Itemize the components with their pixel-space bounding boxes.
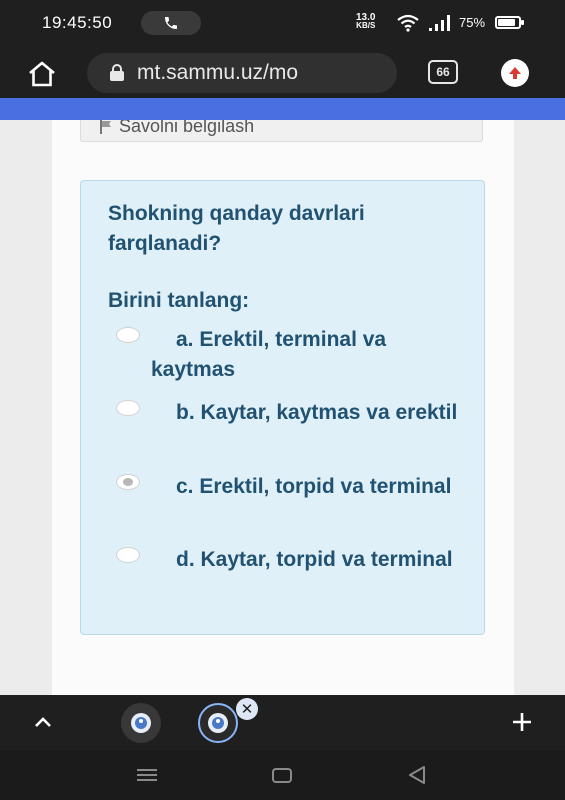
radio-button-b[interactable] xyxy=(116,400,140,416)
flag-icon xyxy=(100,120,111,134)
status-bar: 19:45:50 13.0 KB/S 75% xyxy=(0,0,565,48)
question-text: Shokning qanday davrlari farqlanadi? xyxy=(108,202,365,255)
tab-thumbnail-1[interactable] xyxy=(121,703,161,743)
signal-icon xyxy=(429,15,450,31)
update-button[interactable] xyxy=(498,58,532,88)
radio-button-c[interactable] xyxy=(116,474,140,490)
new-tab-button[interactable] xyxy=(508,708,536,736)
network-speed: 13.0 KB/S xyxy=(356,12,376,30)
back-icon[interactable] xyxy=(407,765,427,785)
site-favicon-icon xyxy=(131,713,151,733)
battery-icon xyxy=(495,16,524,29)
chevron-up-icon xyxy=(35,717,51,727)
expand-toolbar-button[interactable] xyxy=(30,709,56,735)
site-favicon-icon xyxy=(208,713,228,733)
wifi-icon xyxy=(397,14,419,32)
answer-option-a[interactable]: a. Erektil, terminal va kaytmas xyxy=(116,325,471,385)
close-tab-icon[interactable]: ✕ xyxy=(236,698,258,720)
battery-percent: 75% xyxy=(459,15,486,30)
update-arrow-icon xyxy=(501,59,529,87)
system-nav-bar xyxy=(0,750,565,800)
tab-thumbnail-2[interactable] xyxy=(198,703,238,743)
plus-icon xyxy=(513,713,531,731)
answer-option-d[interactable]: d. Kaytar, torpid va terminal xyxy=(116,545,471,575)
battery-fill xyxy=(498,19,515,26)
home-nav-icon[interactable] xyxy=(272,768,292,783)
answer-label-a: a. Erektil, terminal va kaytmas xyxy=(151,328,387,381)
flag-question-label: Savolni belgilash xyxy=(119,120,255,136)
home-button[interactable] xyxy=(24,56,60,92)
answer-prompt: Birini tanlang: xyxy=(108,289,250,312)
answer-option-c[interactable]: c. Erektil, torpid va terminal xyxy=(116,472,471,502)
address-bar[interactable]: mt.sammu.uz/mo xyxy=(87,53,397,93)
browser-toolbar: mt.sammu.uz/mo 66 xyxy=(0,48,565,98)
bottom-toolbar: ✕ xyxy=(0,695,565,750)
url-text: mt.sammu.uz/mo xyxy=(137,61,299,84)
phone-icon xyxy=(165,17,177,29)
question-box: Shokning qanday davrlari farqlanadi? Bir… xyxy=(80,180,485,635)
phone-call-pill[interactable] xyxy=(141,11,201,35)
page-content: Savolni belgilash Shokning qanday davrla… xyxy=(0,120,565,695)
answer-label-b: b. Kaytar, kaytmas va erektil xyxy=(176,401,458,424)
page-header-bar xyxy=(0,98,565,120)
radio-button-d[interactable] xyxy=(116,547,140,563)
status-time: 19:45:50 xyxy=(42,13,113,32)
recent-apps-icon[interactable] xyxy=(136,768,158,782)
answer-option-b[interactable]: b. Kaytar, kaytmas va erektil xyxy=(116,398,471,428)
radio-button-a[interactable] xyxy=(116,327,140,343)
tab-switcher-button[interactable]: 66 xyxy=(428,60,458,84)
flag-question-button[interactable]: Savolni belgilash xyxy=(80,120,483,142)
answer-label-d: d. Kaytar, torpid va terminal xyxy=(176,548,453,571)
home-icon xyxy=(29,61,55,87)
lock-icon xyxy=(110,64,124,81)
answer-label-c: c. Erektil, torpid va terminal xyxy=(176,475,452,498)
